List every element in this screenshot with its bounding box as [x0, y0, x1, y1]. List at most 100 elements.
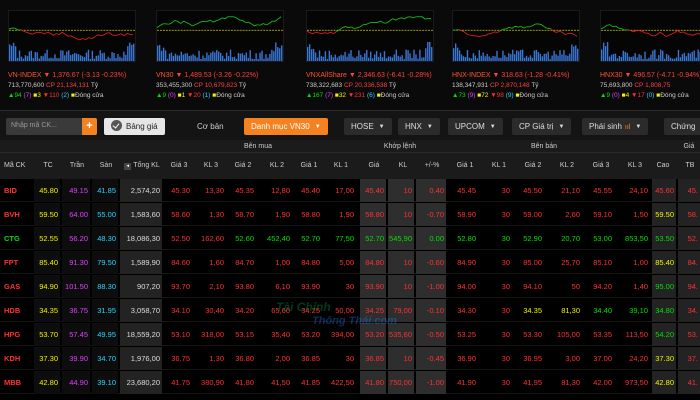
index-name: VN30 [156, 72, 174, 79]
col-ceiling[interactable]: Trần [64, 162, 90, 169]
index-value: 1,376.67 [52, 72, 80, 79]
index-card[interactable]: HNX-INDEX ▼ 318.63 (-1.28 -0.41%) 138,347… [444, 0, 584, 110]
col-buy-vol3[interactable]: KL 3 [196, 162, 226, 169]
col-buy-price2[interactable]: Giá 2 [230, 162, 256, 169]
symbol-cell[interactable]: GAS [4, 275, 32, 298]
toolbar: Nhập mã CK... + Bảng giá Cơ bản Danh mục… [0, 110, 700, 140]
sort-icon[interactable]: ◂ [124, 163, 132, 170]
col-total-vol[interactable]: ◂ Tổng KL [122, 162, 162, 170]
table-row[interactable]: HPG 53.70 57.45 49.95 18,559,20 53.10 318,00 53… [0, 323, 700, 346]
col-sell-vol3[interactable]: KL 3 [620, 162, 650, 169]
derivatives-dropdown[interactable]: Phái sinh ııl ▼ [582, 118, 649, 135]
cell-b1: 84.80 [301, 258, 320, 267]
symbol-cell[interactable]: KDH [4, 347, 32, 370]
unchanged-count: 72 [481, 92, 489, 99]
add-symbol-button[interactable]: + [82, 118, 97, 135]
col-change[interactable]: +/-% [418, 162, 446, 169]
cell-s1: 36.90 [457, 354, 476, 363]
table-row[interactable]: KDH 37.30 39.90 34.70 1,976,00 36.75 1,30 36.80… [0, 347, 700, 370]
derivatives-label: Phái sinh [589, 122, 622, 131]
price-board-toggle[interactable]: Bảng giá [104, 118, 165, 135]
col-match-price[interactable]: Giá [362, 162, 386, 169]
col-buy-vol2[interactable]: KL 2 [262, 162, 292, 169]
cell-s3: 42.00 [593, 378, 612, 387]
upcom-dropdown[interactable]: UPCOM ▼ [448, 118, 503, 135]
col-match-vol[interactable]: KL [392, 162, 414, 169]
col-buy-price3[interactable]: Giá 3 [166, 162, 192, 169]
cell-tran: 44.90 [62, 371, 90, 394]
table-row[interactable]: HDB 34.35 36.75 31.95 3,058,70 34.10 30,40 34.2… [0, 299, 700, 322]
index-intraday-chart[interactable] [452, 10, 580, 62]
index-card[interactable]: VN30 ▼ 1,489.53 (-3.26 -0.22%) 353,455,30… [148, 0, 288, 110]
securities-dropdown[interactable]: Chứng [664, 118, 700, 135]
symbol-cell[interactable]: HDB [4, 299, 32, 322]
col-sell-price3[interactable]: Giá 3 [588, 162, 614, 169]
table-row[interactable]: MBB 42.80 44.90 39.10 23,680,20 41.75 380,90 41… [0, 371, 700, 394]
table-row[interactable]: CTG 52.55 56.20 48.30 18,086,30 52.50 162,60 52… [0, 227, 700, 250]
hose-dropdown[interactable]: HOSE ▼ [344, 118, 392, 135]
market-status: Đóng cửa [519, 92, 548, 99]
cell-tc: 52.55 [34, 227, 60, 250]
col-sell-price1[interactable]: Giá 1 [452, 162, 478, 169]
index-intraday-chart[interactable] [8, 10, 136, 62]
symbol-cell[interactable]: HPG [4, 323, 32, 346]
cell-tb: 34. [678, 299, 700, 322]
hnx-dropdown[interactable]: HNX ▼ [398, 118, 440, 135]
cell-pm: 0.40 [416, 179, 446, 202]
symbol-cell[interactable]: BID [4, 179, 32, 202]
index-intraday-chart[interactable] [156, 10, 284, 62]
index-card[interactable]: VNXAllShare ▼ 2,346.63 (-6.41 -0.28%) 738… [298, 0, 438, 110]
index-volume: 738,322,683 [306, 82, 343, 89]
col-sell-vol1[interactable]: KL 1 [486, 162, 512, 169]
cell-s1: 94.00 [457, 282, 476, 291]
table-row[interactable]: BID 45.80 49.15 41.85 2,574,20 45.30 13,30 45.3… [0, 179, 700, 202]
cell-tong: 1,976,00 [120, 347, 162, 370]
cell-b3: 41.75 [171, 378, 190, 387]
cell-san: 41.85 [92, 179, 118, 202]
cell-tran: 36.75 [62, 299, 90, 322]
cell-mk: 535,60 [388, 323, 414, 346]
cell-sk3: 1,40 [633, 282, 648, 291]
index-value: 318.63 [501, 72, 523, 79]
cell-san: 31.95 [92, 299, 118, 322]
watchlist-vn30-dropdown[interactable]: Danh mục VN30 ▼ [244, 118, 328, 135]
chevron-down-icon: ▼ [314, 124, 321, 130]
symbol-cell[interactable]: MBB [4, 371, 32, 394]
cell-tc: 53.70 [34, 323, 60, 346]
cell-m: 53.20 [360, 323, 386, 346]
col-sell-vol2[interactable]: KL 2 [552, 162, 582, 169]
index-intraday-chart[interactable] [306, 10, 434, 62]
value-stocks-dropdown[interactable]: CP Giá trị ▼ [512, 118, 572, 135]
cell-pm: -0.60 [416, 251, 446, 274]
basic-view-tab[interactable]: Cơ bản [190, 118, 231, 135]
col-buy-vol1[interactable]: KL 1 [326, 162, 356, 169]
col-ref[interactable]: TC [36, 162, 60, 169]
col-avg[interactable]: TB [680, 162, 700, 169]
cell-s1: 41.90 [457, 378, 476, 387]
cell-tb: 84. [678, 251, 700, 274]
cell-m: 34.25 [360, 299, 386, 322]
col-symbol[interactable]: Mã CK [4, 162, 32, 169]
market-status: Đóng cửa [216, 92, 245, 99]
table-row[interactable]: GAS 94.90 101.50 88.30 907,20 93.70 2,10 93.80 6… [0, 275, 700, 298]
symbol-cell[interactable]: BVH [4, 203, 32, 226]
cell-sk3: 113,50 [625, 330, 648, 339]
table-row[interactable]: FPT 85.40 91.30 79.50 1,589,90 84.60 1,60 84.70… [0, 251, 700, 274]
cell-mk: 10 [388, 179, 414, 202]
col-buy-price1[interactable]: Giá 1 [296, 162, 322, 169]
cell-s2: 41.95 [523, 378, 542, 387]
cell-pm: -0.10 [416, 299, 446, 322]
cell-sk3: 1,50 [633, 210, 648, 219]
index-intraday-chart[interactable] [600, 10, 700, 62]
symbol-cell[interactable]: CTG [4, 227, 32, 250]
col-sell-price2[interactable]: Giá 2 [520, 162, 546, 169]
index-card[interactable]: VN-INDEX ▼ 1,376.67 (-3.13 -0.23%) 713,77… [0, 0, 140, 110]
symbol-search-input[interactable]: Nhập mã CK... [6, 118, 84, 135]
index-card[interactable]: HNX30 ▼ 496.57 (-4.71 -0.94%) 75,693,800 … [592, 0, 700, 110]
value-stocks-label: CP Giá trị [519, 122, 554, 131]
table-row[interactable]: BVH 59.50 64.00 55.00 1,583,60 58.60 1,30 58.70… [0, 203, 700, 226]
symbol-cell[interactable]: FPT [4, 251, 32, 274]
col-floor[interactable]: Sàn [94, 162, 118, 169]
col-high[interactable]: Cao [652, 162, 674, 169]
cell-tc: 94.90 [34, 275, 60, 298]
